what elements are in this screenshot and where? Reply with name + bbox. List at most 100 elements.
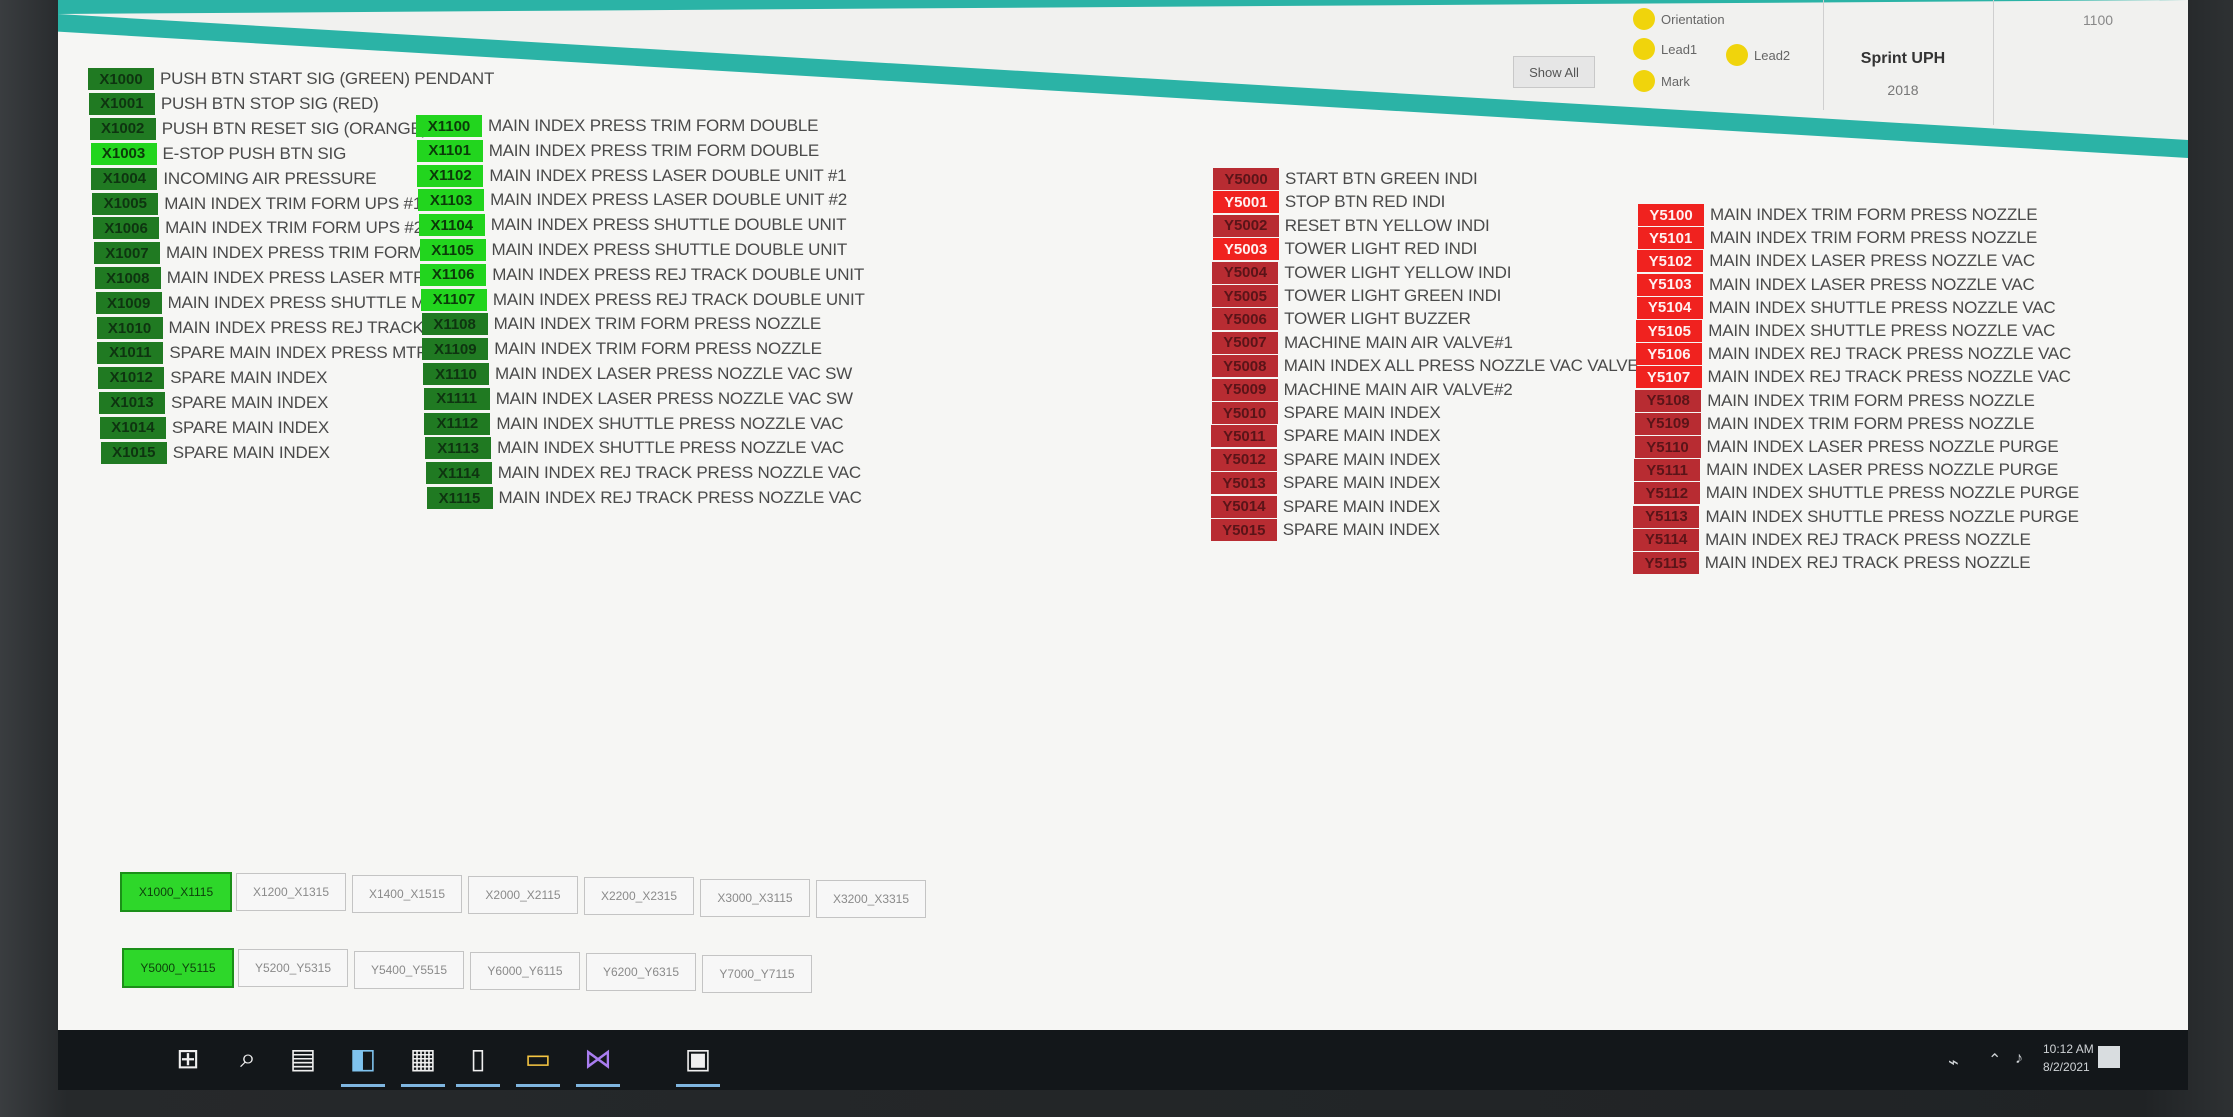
io-status-tag: Y5006 (1212, 308, 1279, 331)
header-divider (1823, 0, 1824, 110)
io-row-x1108: X1108 MAIN INDEX TRIM FORM PRESS NOZZLE (421, 313, 822, 336)
io-row-x1002: X1002 PUSH BTN RESET SIG (ORANGE) (89, 117, 427, 140)
io-description: TOWER LIGHT BUZZER (1284, 309, 1471, 329)
io-description: MAIN INDEX REJ TRACK PRESS NOZZLE VAC (1707, 344, 2072, 364)
io-description: MAIN INDEX TRIM FORM UPS #1 (164, 193, 423, 213)
io-row-x1006: X1006 MAIN INDEX TRIM FORM UPS #2 (93, 217, 423, 240)
search-icon[interactable]: ⌕ (228, 1038, 268, 1078)
grid-app-icon[interactable]: ▦ (403, 1038, 443, 1078)
io-description: SPARE MAIN INDEX (1283, 449, 1441, 469)
io-status-tag: X1002 (89, 117, 156, 140)
file-explorer-icon[interactable]: ▭ (518, 1038, 558, 1078)
io-status-tag: X1000 (88, 68, 154, 90)
network-icon[interactable]: ⌁ (1948, 1052, 1959, 1073)
app-icon[interactable]: ◧ (343, 1038, 383, 1078)
io-row-x1109: X1109 MAIN INDEX TRIM FORM PRESS NOZZLE (422, 338, 822, 361)
io-status-tag: Y5105 (1636, 320, 1703, 342)
io-row-y5106: Y5106 MAIN INDEX REJ TRACK PRESS NOZZLE V… (1635, 343, 2072, 366)
io-description: SPARE MAIN INDEX (1282, 496, 1440, 516)
output-page-button[interactable]: Y6200_Y6315 (586, 953, 696, 992)
io-row-y5111: Y5111 MAIN INDEX LASER PRESS NOZZLE PURGE (1634, 459, 2058, 482)
io-status-tag: X1007 (93, 242, 160, 265)
io-status-tag: Y5002 (1212, 214, 1279, 237)
status-dot-icon (1633, 70, 1655, 92)
running-indicator (576, 1084, 620, 1087)
output-page-button[interactable]: Y5200_Y5315 (238, 949, 348, 988)
io-status-tag: Y5008 (1211, 355, 1278, 378)
io-row-y5012: Y5012 SPARE MAIN INDEX (1211, 448, 1441, 471)
io-description: SPARE MAIN INDEX (171, 392, 329, 412)
io-description: MAIN INDEX LASER PRESS NOZZLE VAC SW (495, 388, 853, 408)
input-page-button[interactable]: X2000_X2115 (468, 875, 578, 914)
io-status-tag: X1004 (91, 167, 158, 190)
io-status-tag: Y5004 (1212, 261, 1279, 284)
task-view-icon[interactable]: ▤ (283, 1038, 323, 1078)
io-description: MAIN INDEX TRIM FORM PRESS NOZZLE (1710, 205, 2038, 224)
io-status-tag: Y5109 (1634, 412, 1701, 435)
io-status-tag: X1108 (421, 313, 488, 336)
input-page-button[interactable]: X3200_X3315 (816, 879, 926, 918)
io-row-y5108: Y5108 MAIN INDEX TRIM FORM PRESS NOZZLE (1635, 389, 2035, 412)
io-status-tag: X1001 (88, 92, 155, 115)
io-description: MAIN INDEX PRESS REJ TRACK DOUBLE UNIT (492, 264, 865, 284)
output-page-button[interactable]: Y6000_Y6115 (470, 951, 580, 990)
clock-date[interactable]: 8/2/2021 (2043, 1060, 2090, 1074)
io-description: MAIN INDEX SHUTTLE PRESS NOZZLE VAC (496, 413, 844, 433)
io-description: E-STOP PUSH BTN SIG (162, 143, 347, 163)
io-description: RESET BTN YELLOW INDI (1284, 215, 1490, 235)
io-row-x1115: X1115 MAIN INDEX REJ TRACK PRESS NOZZLE V… (426, 487, 862, 509)
io-description: MAIN INDEX SHUTTLE PRESS NOZZLE PURGE (1705, 483, 2080, 503)
io-row-x1105: X1105 MAIN INDEX PRESS SHUTTLE DOUBLE UNI… (419, 239, 847, 261)
io-row-x1009: X1009 MAIN INDEX PRESS SHUTTLE MTR (95, 292, 448, 315)
io-status-tag: Y5010 (1211, 402, 1278, 424)
io-description: MAIN INDEX ALL PRESS NOZZLE VAC VALVE (1283, 356, 1639, 376)
io-description: MAIN INDEX PRESS TRIM FORM DOUBLE (488, 140, 819, 160)
io-status-tag: X1101 (416, 139, 483, 162)
io-status-tag: Y5110 (1634, 436, 1701, 458)
clock-time[interactable]: 10:12 AM (2043, 1042, 2094, 1056)
io-row-x1114: X1114 MAIN INDEX REJ TRACK PRESS NOZZLE V… (425, 462, 861, 485)
io-row-x1004: X1004 INCOMING AIR PRESSURE (91, 167, 377, 190)
io-status-tag: Y5013 (1211, 472, 1278, 495)
sprint-uph-label: Sprint UPH (1860, 50, 1946, 67)
io-row-x1005: X1005 MAIN INDEX TRIM FORM UPS #1 (92, 192, 423, 215)
chevron-up-icon[interactable]: ⌃ (1988, 1050, 2001, 1070)
running-indicator (341, 1084, 385, 1087)
io-status-tag: Y5106 (1635, 343, 1702, 366)
visual-studio-icon[interactable]: ⋈ (578, 1038, 618, 1078)
output-page-button[interactable]: Y5400_Y5515 (354, 950, 464, 989)
notification-icon[interactable] (2098, 1046, 2120, 1068)
legend-mark: Mark (1633, 70, 1690, 92)
io-description: MAIN INDEX REJ TRACK PRESS NOZZLE (1704, 553, 2031, 572)
input-page-button[interactable]: X2200_X2315 (584, 877, 694, 916)
running-indicator (676, 1084, 720, 1087)
io-status-tag: X1006 (93, 217, 160, 240)
io-row-y5013: Y5013 SPARE MAIN INDEX (1211, 472, 1440, 495)
running-indicator (401, 1084, 445, 1087)
input-page-button[interactable]: X1400_X1515 (352, 874, 462, 913)
io-status-tag: Y5012 (1211, 448, 1278, 471)
io-status-tag: X1012 (98, 366, 165, 389)
io-description: MAIN INDEX TRIM FORM PRESS NOZZLE (1706, 413, 2035, 433)
io-row-y5114: Y5114 MAIN INDEX REJ TRACK PRESS NOZZLE (1633, 528, 2031, 551)
show-all-button[interactable]: Show All (1513, 56, 1595, 88)
output-page-button[interactable]: Y7000_Y7115 (702, 954, 812, 993)
io-status-tag: Y5107 (1635, 366, 1702, 389)
io-status-tag: X1100 (416, 115, 482, 137)
io-description: MAIN INDEX TRIM FORM PRESS NOZZLE (493, 314, 822, 334)
output-page-button[interactable]: Y5000_Y5115 (122, 948, 234, 988)
terminal-app-icon[interactable]: ▣ (678, 1038, 718, 1078)
input-page-button[interactable]: X3000_X3115 (700, 878, 810, 917)
input-page-button[interactable]: X1200_X1315 (236, 873, 346, 912)
io-row-x1000: X1000 PUSH BTN START SIG (GREEN) PENDANT (88, 68, 494, 90)
io-status-tag: Y5007 (1211, 331, 1278, 354)
io-row-y5100: Y5100 MAIN INDEX TRIM FORM PRESS NOZZLE (1638, 204, 2038, 226)
windows-start-icon[interactable]: ⊞ (168, 1038, 208, 1078)
io-description: MAIN INDEX PRESS LASER DOUBLE UNIT #2 (490, 190, 848, 210)
io-row-y5105: Y5105 MAIN INDEX SHUTTLE PRESS NOZZLE VAC (1636, 320, 2055, 342)
phone-app-icon[interactable]: ▯ (458, 1038, 498, 1078)
io-status-tag: Y5009 (1211, 378, 1278, 401)
speaker-icon[interactable]: ♪ (2015, 1050, 2023, 1068)
input-page-button[interactable]: X1000_X1115 (120, 872, 232, 912)
io-status-tag: X1005 (92, 192, 159, 215)
